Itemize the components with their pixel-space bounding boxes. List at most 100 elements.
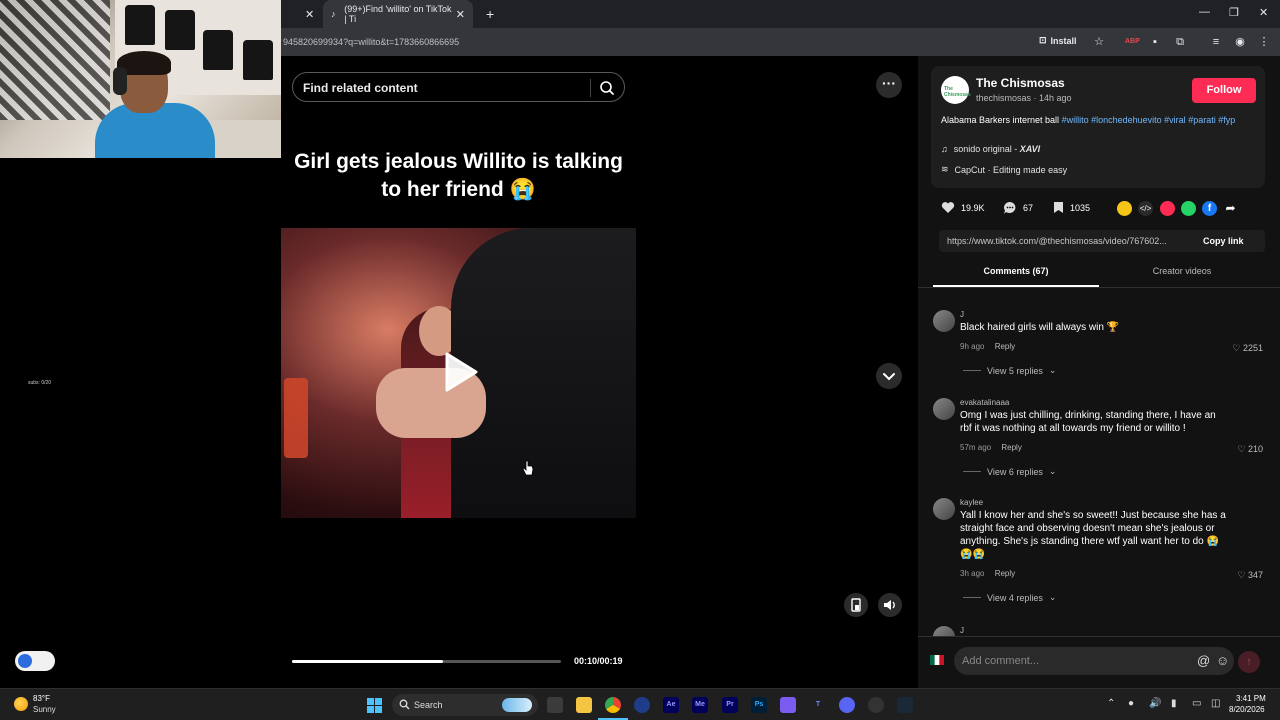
mexico-flag-icon[interactable] (930, 653, 944, 667)
media-icon[interactable]: ≡ (1209, 35, 1223, 49)
star-icon[interactable]: ☆ (1092, 35, 1106, 49)
app-t-icon[interactable]: T (810, 697, 826, 713)
search-icon[interactable] (598, 79, 616, 97)
reply-button[interactable]: Reply (995, 569, 1015, 578)
share-link-text[interactable]: https://www.tiktok.com/@thechismosas/vid… (947, 236, 1167, 246)
comment-like-button[interactable]: ♡ 210 (1237, 444, 1263, 455)
mic-icon[interactable]: ▮ (1171, 698, 1177, 709)
view-replies-button[interactable]: View 6 replies ⌄ (963, 466, 1056, 477)
photoshop-icon[interactable]: Ps (751, 697, 767, 713)
facebook-icon[interactable]: f (1202, 201, 1217, 216)
weather-condition[interactable]: Sunny (33, 705, 56, 714)
adblock-icon[interactable]: ABP (1125, 35, 1140, 49)
follow-button[interactable]: Follow (1192, 78, 1256, 103)
comment-like-button[interactable]: ♡ 347 (1237, 570, 1263, 581)
commenter-name[interactable]: J (960, 310, 964, 319)
speaker-icon[interactable]: 🔊 (1149, 698, 1161, 709)
whatsapp-icon[interactable] (1181, 201, 1196, 216)
author-name[interactable]: The Chismosas (976, 76, 1065, 90)
puzzle-icon[interactable]: ⧉ (1173, 35, 1187, 49)
after-effects-icon[interactable]: Ae (663, 697, 679, 713)
maximize-icon[interactable]: ❐ (1229, 6, 1239, 19)
more-icon[interactable]: ··· (876, 72, 902, 98)
hashtag-link[interactable]: #parati (1188, 115, 1216, 125)
steam-icon[interactable] (897, 697, 913, 713)
comment-button[interactable]: 67 (1003, 201, 1033, 215)
new-tab-icon[interactable]: + (486, 6, 494, 22)
clock-time[interactable]: 3:41 PM (1236, 694, 1266, 703)
view-replies-button[interactable]: View 4 replies ⌄ (963, 592, 1056, 603)
weather-icon[interactable] (14, 697, 28, 711)
hashtag-link[interactable]: #willito (1062, 115, 1089, 125)
obs-icon[interactable] (868, 697, 884, 713)
hashtag-link[interactable]: #fyp (1218, 115, 1235, 125)
task-view-icon[interactable] (547, 697, 563, 713)
tray-chevron-icon[interactable]: ⌃ (1107, 698, 1115, 709)
hashtag-link[interactable]: #lonchedehuevito (1091, 115, 1162, 125)
premiere-icon[interactable]: Pr (722, 697, 738, 713)
taskbar-search[interactable]: Search (392, 694, 538, 716)
stream-toggle[interactable] (15, 651, 55, 671)
browser-tab-active[interactable]: ♪ (99+)Find 'willito' on TikTok | Ti ✕ (323, 0, 473, 28)
close-tab-icon[interactable]: ✕ (456, 8, 465, 21)
tab-creator-videos[interactable]: Creator videos (1099, 266, 1265, 286)
comment-input[interactable]: Add comment... @ ☺ (954, 647, 1234, 675)
bookmark-button[interactable]: 1035 (1053, 201, 1090, 214)
hashtag-link[interactable]: #viral (1164, 115, 1186, 125)
media-encoder-icon[interactable]: Me (692, 697, 708, 713)
view-replies-button[interactable]: View 5 replies ⌄ (963, 365, 1056, 376)
tray-app-icon[interactable]: ● (1128, 698, 1134, 709)
related-search-box[interactable]: Find related content (292, 72, 625, 102)
at-icon[interactable]: @ (1197, 653, 1210, 668)
reply-button[interactable]: Reply (1001, 443, 1021, 452)
send-to-friend-icon[interactable] (1160, 201, 1175, 216)
commenter-avatar[interactable] (933, 626, 955, 636)
chrome-icon[interactable] (605, 697, 621, 713)
send-icon[interactable]: ↑ (1238, 651, 1260, 673)
reply-button[interactable]: Reply (995, 342, 1015, 351)
play-icon[interactable] (443, 351, 479, 393)
commenter-name[interactable]: evakatalinaaa (960, 398, 1009, 407)
commenter-avatar[interactable] (933, 398, 955, 420)
address-bar[interactable]: 945820699934?q=willito&t=1783660866695 ⊡… (281, 28, 1280, 56)
weather-temp[interactable]: 83°F (33, 694, 50, 703)
tab-comments[interactable]: Comments (67) (933, 266, 1099, 286)
url-text[interactable]: 945820699934?q=willito&t=1783660866695 (283, 37, 459, 47)
minimize-icon[interactable]: — (1199, 6, 1210, 18)
discord-icon[interactable] (839, 697, 855, 713)
browser-icon[interactable] (634, 697, 650, 713)
sound-link[interactable]: ♫ sonido original - XAVI (941, 144, 1040, 154)
like-button[interactable]: 19.9K (941, 201, 985, 214)
extension-icon[interactable]: ▪ (1148, 35, 1162, 49)
picture-in-picture-icon[interactable] (844, 593, 868, 617)
battery-icon[interactable]: ◫ (1211, 698, 1220, 709)
video-progress-bar[interactable] (292, 660, 561, 663)
chevron-down-icon[interactable] (876, 363, 902, 389)
profile-icon[interactable]: ◉ (1233, 35, 1247, 49)
browser-tab[interactable]: ✕ (281, 0, 321, 28)
author-avatar[interactable]: The Chismosas (941, 76, 971, 104)
comment-like-button[interactable]: ♡ 2251 (1232, 343, 1263, 354)
close-window-icon[interactable]: ✕ (1259, 6, 1268, 19)
clock-date[interactable]: 8/20/2026 (1229, 705, 1265, 714)
commenter-name[interactable]: kaylee (960, 498, 983, 507)
search-input[interactable]: Find related content (303, 81, 418, 95)
commenter-avatar[interactable] (933, 310, 955, 332)
capcut-link[interactable]: ≋ CapCut · Editing made easy (941, 164, 1067, 175)
install-button[interactable]: ⊡ Install (1039, 35, 1077, 46)
embed-icon[interactable]: </> (1138, 201, 1153, 216)
commenter-avatar[interactable] (933, 498, 955, 520)
windows-start-icon[interactable] (367, 698, 382, 713)
commenter-name[interactable]: J (960, 626, 964, 635)
volume-icon[interactable] (878, 593, 902, 617)
share-emoji-icon[interactable] (1117, 201, 1132, 216)
copy-link-button[interactable]: Copy link (1203, 236, 1244, 246)
close-tab-icon[interactable]: ✕ (305, 8, 314, 21)
video-frame[interactable] (281, 228, 636, 518)
share-arrow-icon[interactable]: ➦ (1223, 201, 1238, 216)
app-icon[interactable] (780, 697, 796, 713)
file-explorer-icon[interactable] (576, 697, 592, 713)
menu-icon[interactable]: ⋮ (1257, 35, 1271, 49)
network-icon[interactable]: ▭ (1192, 698, 1201, 709)
emoji-icon[interactable]: ☺ (1216, 653, 1229, 668)
